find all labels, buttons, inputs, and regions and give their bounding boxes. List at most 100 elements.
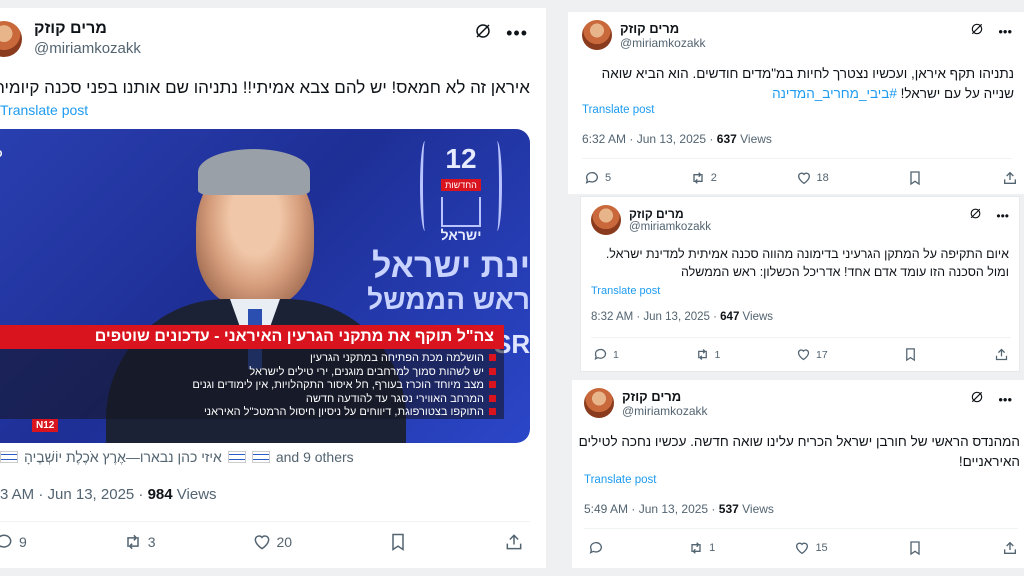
reply-icon	[594, 348, 607, 361]
more-icon[interactable]: •••	[998, 24, 1012, 39]
bullet-square-icon	[489, 408, 496, 415]
avatar[interactable]	[582, 20, 612, 50]
handle[interactable]: @miriamkozakk	[622, 404, 708, 418]
left-tweet-card[interactable]: מרים קוזק @miriamkozakk ••• איראן זה לא …	[0, 8, 546, 568]
views-label: Views	[742, 502, 774, 516]
timestamp[interactable]: 3 AM · Jun 13, 2025 ·	[0, 486, 143, 503]
bullet-square-icon	[489, 354, 496, 361]
timestamp[interactable]: 8:32 AM · Jun 13, 2025 ·	[591, 311, 717, 323]
tweet-text: איראן זה לא חמאס! יש להם צבא אמיתי!! נתנ…	[0, 78, 530, 97]
reply-button[interactable]: 5	[584, 170, 611, 186]
repost-icon	[697, 349, 707, 360]
repost-button[interactable]: 3	[123, 532, 156, 552]
views-label: Views	[176, 486, 217, 503]
heart-icon	[796, 542, 809, 555]
bookmark-icon	[392, 533, 404, 551]
reply-icon	[589, 542, 602, 554]
share-button[interactable]	[994, 347, 1009, 362]
display-name[interactable]: מרים קוזק	[34, 20, 141, 38]
bookmark-icon	[910, 541, 920, 556]
bookmark-button[interactable]	[388, 532, 408, 552]
like-button[interactable]: 18	[796, 170, 829, 186]
translate-post-link[interactable]: Translate post	[591, 285, 660, 297]
heart-icon	[797, 172, 810, 185]
tweet-meta: 6:32 AM · Jun 13, 2025 · 637 Views	[582, 132, 772, 146]
headline-bullet: התוקפו בצטורפוגת, דיווחים על ניסיון חיסו…	[0, 406, 496, 420]
bullets-panel: הושלמה מכת הפתיחה במתקני הגרעין יש לשהות …	[0, 349, 504, 419]
tagged-more[interactable]: and 9 others	[276, 449, 354, 465]
display-name[interactable]: מרים קוזק	[620, 21, 706, 36]
bookmark-icon	[906, 348, 916, 362]
tweet-text: איום התקיפה על המתקן הגרעיני בדימונה מהו…	[605, 247, 1009, 280]
heart-icon	[254, 535, 269, 550]
headline-bullet: המרחב האווירי נסגר עד להודעה חדשה	[0, 393, 496, 407]
display-name[interactable]: מרים קוזק	[622, 389, 708, 404]
channel-tag: N12	[32, 419, 59, 432]
tagged-names[interactable]: איזי כהן נבארו—אֶרֶץ אֹכֶלֶת יוֹשְׁבֶיהָ	[24, 449, 222, 465]
grok-icon[interactable]	[969, 207, 982, 225]
translate-post-link[interactable]: Translate post	[0, 102, 88, 118]
israel-flag-icon	[0, 451, 18, 463]
grok-icon[interactable]	[970, 22, 984, 41]
share-button[interactable]	[504, 532, 524, 552]
view-count: 537	[718, 502, 739, 516]
repost-icon	[693, 172, 703, 184]
tagged-users[interactable]: איזי כהן נבארו—אֶרֶץ אֹכֶלֶת יוֹשְׁבֶיהָ…	[0, 449, 354, 465]
like-button[interactable]: 15	[794, 540, 828, 556]
handle[interactable]: @miriamkozakk	[620, 36, 706, 50]
repost-icon	[127, 534, 139, 550]
view-count: 637	[716, 132, 737, 146]
bullet-square-icon	[489, 394, 496, 402]
avatar[interactable]	[591, 205, 621, 235]
right-tweet-card-3[interactable]: מרים קוזק @miriamkozakk ••• המהנדס הראשי…	[572, 380, 1024, 568]
handle[interactable]: @miriamkozakk	[34, 40, 141, 57]
share-icon	[506, 534, 522, 550]
repost-button[interactable]: 2	[690, 170, 717, 186]
share-icon	[995, 348, 1008, 361]
tweet-text: נתניהו תקף איראן, ועכשיו נצטרך לחיות במ"…	[601, 66, 1014, 101]
bookmark-button[interactable]	[907, 170, 923, 186]
backdrop-text: ינת ישראל ראש הממשל	[367, 247, 530, 315]
right-tweet-card-2[interactable]: מרים קוזק @miriamkozakk ••• איום התקיפה …	[580, 196, 1020, 372]
handle[interactable]: @miriamkozakk	[629, 221, 711, 233]
more-icon[interactable]: •••	[998, 392, 1012, 407]
tweet-meta: 5:49 AM · Jun 13, 2025 · 537 Views	[584, 502, 774, 516]
reply-button[interactable]: 1	[593, 347, 619, 362]
more-icon[interactable]: •••	[506, 23, 528, 44]
grok-icon[interactable]	[474, 22, 492, 45]
share-icon	[1004, 541, 1016, 554]
hashtag-link[interactable]: #ביבי_מחריב_המדינה	[772, 86, 897, 101]
bullet-square-icon	[489, 367, 496, 375]
avatar[interactable]	[0, 20, 22, 57]
news-broadcast-image[interactable]: ינת ישראל ראש הממשל 12 החדשות ישראל PO S…	[0, 129, 530, 443]
view-count: 647	[720, 311, 740, 323]
like-button[interactable]: 17	[796, 347, 828, 362]
headline-banner: צה"ל תוקף את מתקני הגרעין האיראני - עדכו…	[0, 325, 504, 349]
grok-icon[interactable]	[970, 390, 984, 409]
repost-button[interactable]: 1	[688, 540, 715, 556]
headline-bullet: מצב מיוחד הוכרז בעורף, חל איסור התקהלויו…	[0, 379, 496, 393]
right-tweet-card-1[interactable]: מרים קוזק @miriamkozakk ••• נתניהו תקף א…	[568, 12, 1024, 194]
corner-tag: PO	[0, 149, 2, 160]
reply-button[interactable]	[588, 540, 609, 556]
like-button[interactable]: 20	[252, 532, 292, 552]
share-button[interactable]	[1002, 170, 1018, 186]
reply-button[interactable]: 9	[0, 532, 27, 552]
share-button[interactable]	[1002, 540, 1018, 556]
avatar[interactable]	[584, 388, 614, 418]
channel-logo: 12 החדשות ישראל	[420, 137, 502, 245]
israel-flag-icon	[227, 451, 246, 463]
repost-button[interactable]: 1	[695, 347, 720, 362]
bookmark-button[interactable]	[907, 540, 923, 556]
bookmark-button[interactable]	[903, 347, 918, 362]
repost-icon	[691, 542, 701, 554]
timestamp[interactable]: 6:32 AM · Jun 13, 2025 ·	[582, 132, 713, 146]
translate-post-link[interactable]: Translate post	[582, 104, 654, 116]
bookmark-icon	[910, 171, 921, 186]
tweet-text: המהנדס הראשי של חורבן ישראל הכריח עלינו …	[578, 434, 1020, 469]
share-icon	[1004, 171, 1016, 184]
display-name[interactable]: מרים קוזק	[629, 207, 711, 221]
translate-post-link[interactable]: Translate post	[584, 474, 656, 486]
timestamp[interactable]: 5:49 AM · Jun 13, 2025 ·	[584, 502, 715, 516]
more-icon[interactable]: •••	[996, 209, 1009, 223]
